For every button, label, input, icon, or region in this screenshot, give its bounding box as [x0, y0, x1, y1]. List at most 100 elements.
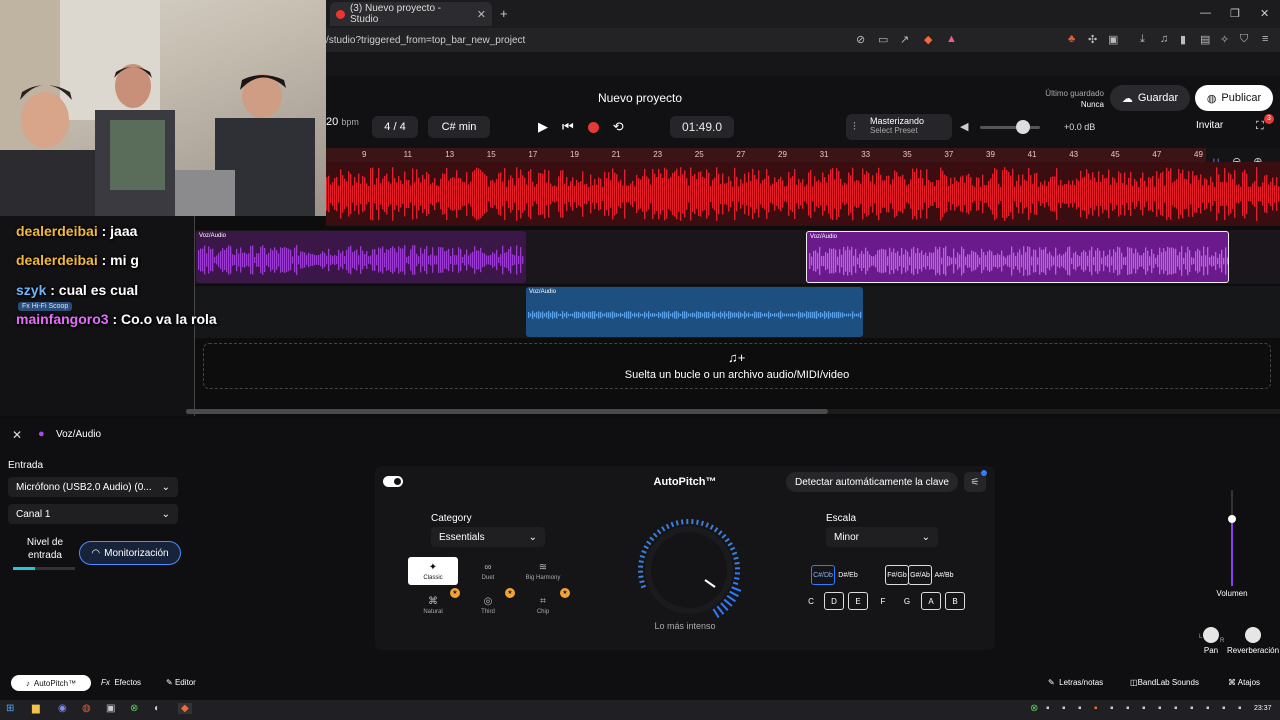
publish-button[interactable]: ◍ Publicar: [1195, 85, 1273, 111]
tray-icon[interactable]: ▪: [1046, 703, 1050, 714]
master-volume-handle[interactable]: [1016, 120, 1030, 134]
reverb-knob[interactable]: [1245, 627, 1261, 643]
brave-taskbar-icon[interactable]: ◆: [178, 703, 192, 714]
tray-icon[interactable]: ▪: [1158, 703, 1162, 714]
key-g-sharp[interactable]: G#/Ab: [908, 565, 932, 585]
audio-clip-selected[interactable]: Voz/Audio: [806, 231, 1229, 283]
monitoring-button[interactable]: ◠ Monitorización: [79, 541, 181, 565]
tray-icon[interactable]: ▪: [1174, 703, 1178, 714]
sidebar-icon[interactable]: ▮: [1180, 33, 1186, 46]
audio-clip[interactable]: Voz/Audio: [196, 231, 526, 283]
windows-start-icon[interactable]: ⊞: [6, 703, 14, 714]
loop-icon[interactable]: ⟲: [613, 119, 624, 135]
preset-classic[interactable]: ✦ Classic: [408, 557, 458, 585]
tray-icon[interactable]: ▪: [1062, 703, 1066, 714]
extension-icon[interactable]: ♣: [1068, 33, 1075, 45]
intensity-dial[interactable]: [632, 516, 746, 620]
close-tab-icon[interactable]: ✕: [477, 8, 486, 21]
file-explorer-icon[interactable]: ▆: [32, 703, 40, 714]
key-a[interactable]: A: [921, 592, 941, 610]
lyrics-button[interactable]: ✎ Letras/notas: [1048, 678, 1103, 687]
leo-icon[interactable]: ✧: [1220, 33, 1229, 46]
tray-network-icon[interactable]: ▪: [1222, 703, 1226, 714]
cart-icon[interactable]: ⛶ 3: [1256, 114, 1274, 133]
key-selector[interactable]: C# min: [428, 116, 490, 138]
discord-icon[interactable]: ◉: [58, 703, 67, 714]
tray-xbox-icon[interactable]: ⊗: [1030, 703, 1038, 714]
xbox-icon[interactable]: ⊗: [130, 703, 138, 714]
menu-icon[interactable]: ≡: [1262, 33, 1268, 45]
tray-icon[interactable]: ▪: [1110, 703, 1114, 714]
tray-icon[interactable]: ▪: [1094, 703, 1098, 714]
microphone-select[interactable]: Micrófono (USB2.0 Audio) (0... ⌄: [8, 477, 178, 497]
autopitch-toggle[interactable]: [383, 476, 403, 487]
tray-icon[interactable]: ▪: [1142, 703, 1146, 714]
tray-mic-icon[interactable]: ▪: [1206, 703, 1210, 714]
tab-autopitch[interactable]: ♪ AutoPitch™: [11, 675, 91, 691]
url-text[interactable]: /studio?triggered_from=top_bar_new_proje…: [326, 35, 525, 46]
window-icon[interactable]: ▣: [1108, 33, 1118, 46]
key-f-sharp[interactable]: F#/Gb: [885, 565, 909, 585]
key-c-sharp[interactable]: C#/Db: [811, 565, 835, 585]
vpn-icon[interactable]: ⛉: [1240, 33, 1248, 46]
category-select[interactable]: Essentials ⌄: [431, 527, 545, 547]
speaker-icon[interactable]: ◀: [960, 120, 968, 133]
screen-share-icon[interactable]: ⊘: [856, 33, 865, 46]
close-window-icon[interactable]: ✕: [1260, 7, 1269, 20]
key-f[interactable]: F: [873, 592, 893, 610]
horizontal-scrollbar[interactable]: [186, 409, 828, 414]
save-button[interactable]: ☁ Guardar: [1110, 85, 1190, 111]
tray-icon[interactable]: ▪: [1126, 703, 1130, 714]
tray-icon[interactable]: ▪: [1190, 703, 1194, 714]
brave-shield-icon[interactable]: ◆: [924, 33, 932, 46]
detect-key-button[interactable]: Detectar automáticamente la clave: [786, 472, 958, 492]
new-tab-button[interactable]: +: [500, 6, 508, 21]
mastering-button[interactable]: ⫶ Masterizando Select Preset: [846, 114, 952, 140]
preset-big-harmony[interactable]: ≋ Big Harmony: [518, 557, 568, 585]
master-volume-slider[interactable]: [980, 126, 1040, 129]
rewind-icon[interactable]: ⏮: [562, 119, 574, 135]
pan-knob[interactable]: [1203, 627, 1219, 643]
time-signature[interactable]: 4 / 4: [372, 116, 418, 138]
share-icon[interactable]: ↗: [900, 33, 909, 46]
bpm-control[interactable]: 20 bpm: [326, 116, 359, 128]
key-a-sharp[interactable]: A#/Bb: [932, 565, 956, 585]
tray-icon[interactable]: ▪: [1078, 703, 1082, 714]
scale-select[interactable]: Minor ⌄: [826, 527, 938, 547]
sounds-button[interactable]: ◫BandLab Sounds: [1130, 678, 1199, 687]
download-icon[interactable]: ⤓: [1140, 33, 1145, 46]
shortcuts-button[interactable]: ⌘ Atajos: [1228, 678, 1260, 687]
minimize-icon[interactable]: —: [1200, 7, 1211, 19]
close-panel-icon[interactable]: ✕: [12, 428, 22, 442]
obs-icon[interactable]: ◐: [154, 703, 160, 714]
audio-clip[interactable]: Voz/Audio: [526, 287, 863, 337]
autopitch-settings-button[interactable]: ⚟: [964, 470, 987, 492]
key-g[interactable]: G: [897, 592, 917, 610]
music-icon[interactable]: ♫: [1160, 33, 1168, 45]
app-icon[interactable]: ◍: [82, 703, 91, 714]
play-icon[interactable]: ▶: [538, 119, 548, 135]
cast-icon[interactable]: ▭: [878, 33, 888, 46]
rewards-icon[interactable]: ▲: [946, 33, 957, 45]
key-d[interactable]: D: [824, 592, 844, 610]
maximize-icon[interactable]: ❐: [1230, 7, 1240, 20]
puzzle-icon[interactable]: ✣: [1088, 33, 1097, 46]
invite-button[interactable]: Invitar: [1196, 120, 1223, 131]
record-icon[interactable]: [587, 121, 599, 133]
key-c[interactable]: C: [801, 592, 821, 610]
tray-volume-icon[interactable]: ▪: [1238, 703, 1242, 714]
preset-duet[interactable]: ∞ Duet: [463, 557, 513, 585]
app-icon[interactable]: ▣: [106, 703, 115, 714]
ruler-mark: 23: [653, 150, 663, 159]
volume-fader-handle[interactable]: [1228, 515, 1236, 523]
key-b[interactable]: B: [945, 592, 965, 610]
tab-editor[interactable]: ✎ Editor: [166, 678, 196, 687]
browser-tab[interactable]: (3) Nuevo proyecto - Studio ✕: [330, 2, 492, 26]
clip-waveform: [528, 311, 862, 319]
project-title[interactable]: Nuevo proyecto: [560, 91, 720, 105]
key-e[interactable]: E: [848, 592, 868, 610]
wallet-icon[interactable]: ▤: [1200, 33, 1210, 46]
key-d-sharp[interactable]: D#/Eb: [836, 565, 860, 585]
tab-effects[interactable]: Fx Efectos: [101, 678, 141, 687]
channel-select[interactable]: Canal 1 ⌄: [8, 504, 178, 524]
